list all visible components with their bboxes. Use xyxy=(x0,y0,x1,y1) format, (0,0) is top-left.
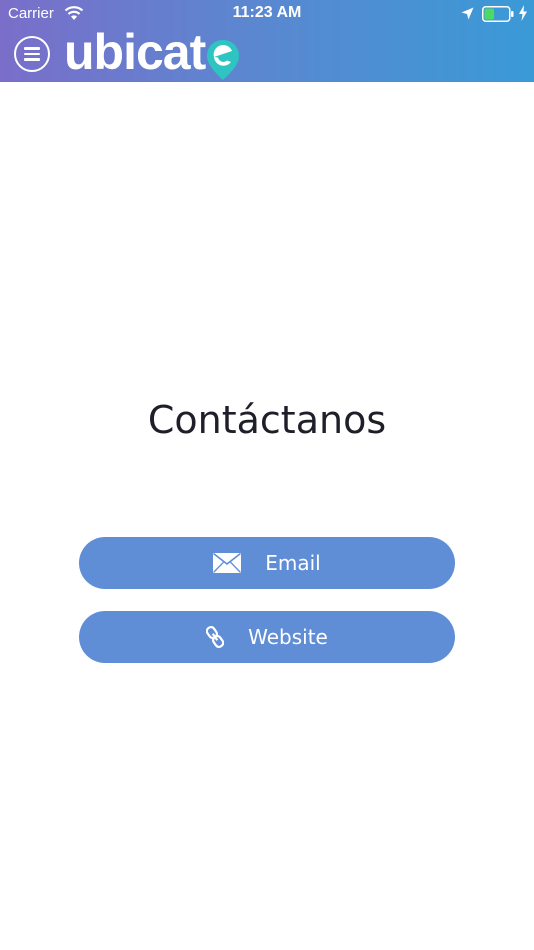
menu-icon-line xyxy=(24,58,40,61)
location-arrow-icon xyxy=(461,7,474,20)
menu-icon-line xyxy=(24,47,40,50)
email-button[interactable]: Email xyxy=(79,537,455,589)
website-button-label: Website xyxy=(248,625,328,649)
charging-bolt-icon xyxy=(519,5,527,21)
website-button[interactable]: Website xyxy=(79,611,455,663)
envelope-icon xyxy=(213,553,242,573)
logo-wordmark: ubicat xyxy=(64,24,206,80)
menu-icon-line xyxy=(24,52,40,55)
map-pin-logo-icon xyxy=(207,40,240,80)
link-icon xyxy=(206,625,225,649)
page-title: Contáctanos xyxy=(147,398,387,442)
menu-button[interactable] xyxy=(14,36,50,72)
app-header: Carrier 11:23 AM ubicat xyxy=(0,0,534,82)
app-logo: ubicat xyxy=(64,26,241,82)
battery-icon xyxy=(482,6,514,22)
status-time: 11:23 AM xyxy=(232,4,302,21)
email-button-label: Email xyxy=(265,551,321,575)
